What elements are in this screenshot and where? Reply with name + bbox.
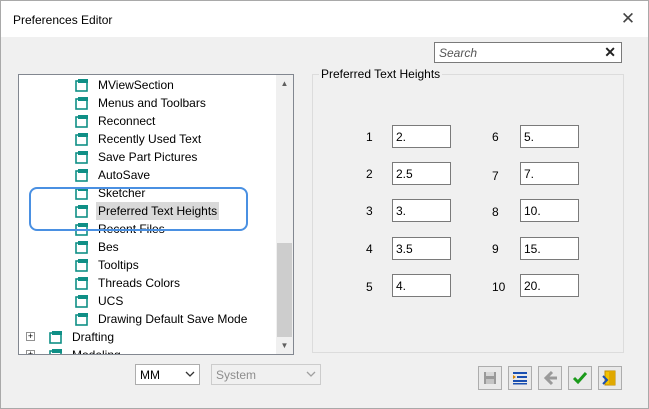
preference-icon	[75, 259, 88, 272]
tree-item-label: UCS	[98, 294, 124, 308]
clear-search-icon[interactable]: ✕	[604, 44, 616, 61]
tree-item-label: Drawing Default Save Mode	[98, 312, 248, 326]
save-button[interactable]	[478, 366, 502, 390]
preferences-editor-window: Preferences Editor ✕ ✕ MViewSection Menu…	[0, 0, 649, 409]
preference-icon	[75, 151, 88, 164]
preference-icon	[75, 115, 88, 128]
preference-icon	[75, 295, 88, 308]
height-field-2[interactable]	[392, 162, 451, 185]
height-input-3[interactable]	[396, 203, 446, 218]
save-icon	[484, 372, 496, 384]
tree-item-label: Save Part Pictures	[98, 150, 198, 164]
selection-highlight-callout	[29, 187, 248, 231]
revert-button[interactable]	[538, 366, 562, 390]
import-list-icon	[513, 372, 527, 385]
expand-drafting-icon[interactable]: +	[26, 332, 35, 341]
scroll-up-arrow-icon[interactable]: ▲	[276, 75, 293, 92]
height-input-7[interactable]	[524, 166, 574, 181]
preference-icon	[49, 331, 62, 344]
height-field-10[interactable]	[520, 274, 579, 297]
tree-item-label: Bes	[98, 240, 119, 254]
scope-select: System	[211, 364, 321, 385]
height-index-8: 8	[492, 205, 499, 219]
height-index-1: 1	[366, 130, 373, 144]
expand-modeling-icon[interactable]: +	[26, 350, 35, 354]
scroll-down-arrow-icon[interactable]: ▼	[276, 337, 293, 354]
height-index-2: 2	[366, 167, 373, 181]
height-index-7: 7	[492, 169, 499, 183]
group-title: Preferred Text Heights	[319, 67, 443, 81]
height-field-8[interactable]	[520, 199, 579, 222]
close-icon[interactable]: ✕	[619, 10, 637, 28]
height-index-10: 10	[492, 280, 506, 294]
exit-icon	[602, 370, 616, 386]
height-input-9[interactable]	[524, 241, 574, 256]
height-field-4[interactable]	[392, 237, 451, 260]
height-index-6: 6	[492, 130, 499, 144]
import-list-button[interactable]	[508, 366, 532, 390]
preference-icon	[75, 241, 88, 254]
height-field-7[interactable]	[520, 162, 579, 185]
search-input[interactable]	[439, 45, 599, 60]
tree-item-label: Modeling	[72, 348, 121, 355]
apply-checkmark-icon	[572, 372, 588, 385]
height-field-3[interactable]	[392, 199, 451, 222]
tree-item-label: Threads Colors	[98, 276, 181, 290]
height-field-6[interactable]	[520, 125, 579, 148]
height-input-4[interactable]	[396, 241, 446, 256]
title-bar: Preferences Editor ✕	[1, 1, 648, 37]
height-input-6[interactable]	[524, 129, 574, 144]
exit-button[interactable]	[598, 366, 622, 390]
height-field-9[interactable]	[520, 237, 579, 260]
height-input-1[interactable]	[396, 129, 446, 144]
units-value: MM	[140, 368, 160, 382]
preference-icon	[75, 277, 88, 290]
tree-item-label: Recently Used Text	[98, 132, 202, 146]
preference-icon	[75, 133, 88, 146]
chevron-down-icon	[185, 371, 195, 377]
tree-item-label: Tooltips	[98, 258, 139, 272]
units-select[interactable]: MM	[135, 364, 200, 385]
height-index-9: 9	[492, 242, 499, 256]
tree-item-label: Drafting	[72, 330, 115, 344]
height-input-2[interactable]	[396, 166, 446, 181]
scrollbar-thumb[interactable]	[277, 243, 292, 337]
preference-icon	[75, 79, 88, 92]
search-box[interactable]: ✕	[434, 42, 622, 63]
window-title: Preferences Editor	[13, 13, 113, 27]
tree-scrollbar[interactable]: ▲ ▼	[276, 75, 293, 354]
preference-icon	[75, 97, 88, 110]
height-index-5: 5	[366, 280, 373, 294]
tree-item-label: Menus and Toolbars	[98, 96, 206, 110]
height-input-8[interactable]	[524, 203, 574, 218]
preference-icon	[49, 349, 62, 354]
scope-value: System	[216, 368, 257, 382]
chevron-down-icon	[306, 371, 316, 377]
preference-icon	[75, 169, 88, 182]
height-index-4: 4	[366, 242, 373, 256]
tree-item-label: MViewSection	[98, 78, 174, 92]
height-input-5[interactable]	[396, 278, 446, 293]
tree-item-label: Reconnect	[98, 114, 156, 128]
height-index-3: 3	[366, 204, 373, 218]
preference-icon	[75, 313, 88, 326]
height-field-1[interactable]	[392, 125, 451, 148]
height-field-5[interactable]	[392, 274, 451, 297]
tree-item-label: AutoSave	[98, 168, 151, 182]
height-input-10[interactable]	[524, 278, 574, 293]
apply-button[interactable]	[568, 366, 592, 390]
revert-icon	[543, 370, 557, 386]
